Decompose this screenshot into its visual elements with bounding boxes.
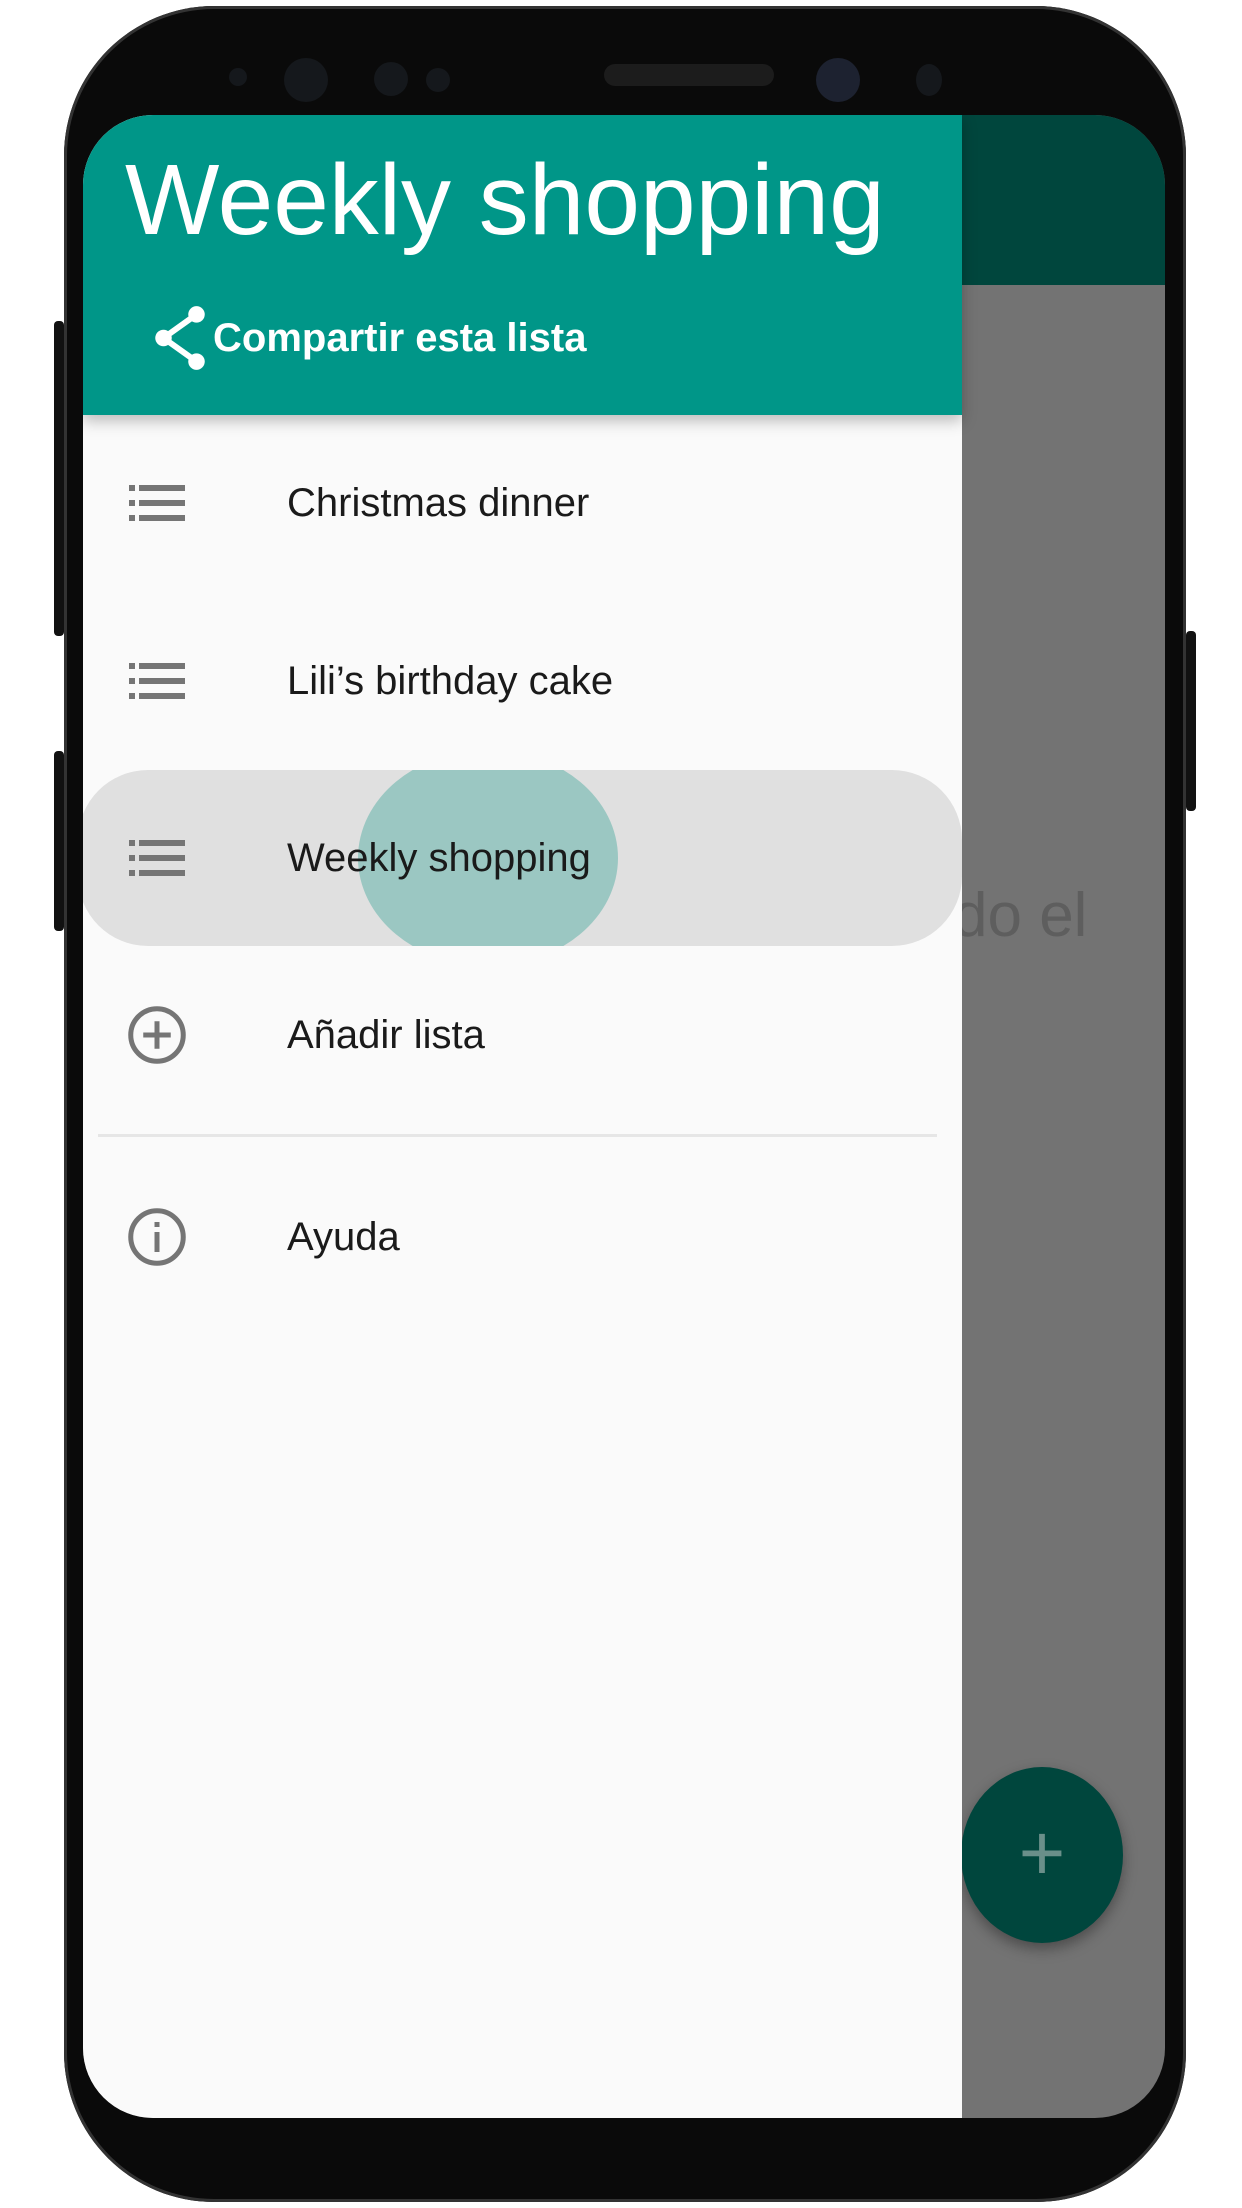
list-icon [127, 828, 187, 888]
front-camera-icon [816, 58, 860, 102]
sensor-icon [229, 68, 247, 86]
earpiece-speaker [604, 64, 774, 86]
drawer-item-label: Lili’s birthday cake [287, 658, 614, 703]
help-button[interactable]: Ayuda [83, 1149, 962, 1325]
add-list-button[interactable]: Añadir lista [83, 947, 962, 1123]
screen: do el + Weekly shopping Compartir esta l… [83, 115, 1165, 2118]
navigation-drawer: Weekly shopping Compartir esta lista Chr… [83, 115, 962, 2118]
volume-button [54, 321, 64, 636]
drawer-item-label: Christmas dinner [287, 480, 590, 525]
info-icon [127, 1207, 187, 1267]
help-label: Ayuda [287, 1214, 400, 1259]
list-title: Weekly shopping [125, 144, 885, 256]
drawer-header: Weekly shopping Compartir esta lista [83, 115, 962, 415]
background-text: do el [953, 881, 1088, 950]
add-item-fab[interactable]: + [961, 1767, 1123, 1943]
share-list-button[interactable]: Compartir esta lista [151, 305, 586, 371]
drawer-item-lilis-birthday-cake[interactable]: Lili’s birthday cake [83, 593, 962, 769]
drawer-item-christmas-dinner[interactable]: Christmas dinner [83, 415, 962, 591]
drawer-item-label: Weekly shopping [287, 835, 591, 880]
sensor-icon [374, 62, 408, 96]
share-icon [155, 306, 205, 370]
sensor-icon [426, 68, 450, 92]
divider [98, 1134, 937, 1137]
list-icon [127, 651, 187, 711]
share-list-label: Compartir esta lista [213, 315, 587, 360]
list-icon [127, 473, 187, 533]
sensor-icon [916, 64, 942, 96]
power-button [1186, 631, 1196, 811]
add-circle-icon [127, 1005, 187, 1065]
add-list-label: Añadir lista [287, 1012, 485, 1057]
iris-sensor-icon [284, 58, 328, 102]
bixby-button [54, 751, 64, 931]
drawer-item-weekly-shopping[interactable]: Weekly shopping [83, 770, 962, 946]
